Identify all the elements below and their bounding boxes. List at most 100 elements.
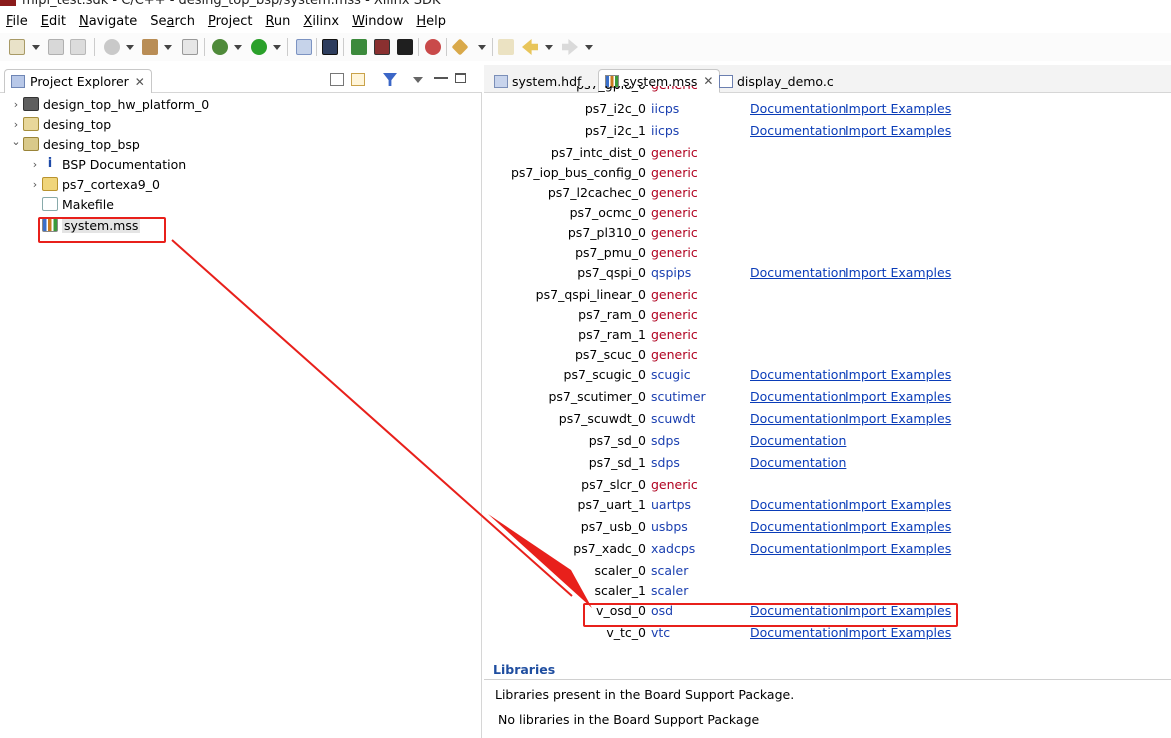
last-edit-location-icon[interactable] [498,39,514,55]
documentation-link[interactable]: Documentation [750,123,846,138]
build-configuration-icon[interactable] [104,39,120,55]
new-icon[interactable] [9,39,25,55]
link-with-editor-icon[interactable] [351,73,365,86]
menu-navigate[interactable]: Navigate [79,14,137,29]
menu-help[interactable]: Help [416,14,446,29]
debug-dropdown-icon[interactable] [234,45,242,50]
expand-chevron-icon[interactable]: ⌄ [9,135,23,148]
peripheral-driver[interactable]: sdps [651,433,680,448]
next-annotation-icon[interactable] [451,38,469,56]
documentation-link[interactable]: Documentation [750,389,846,404]
skip-breakpoints-icon[interactable] [296,39,312,55]
peripheral-driver[interactable]: generic [651,477,698,492]
tree-item-ps7-cortexa9-0[interactable]: › ps7_cortexa9_0 [28,174,160,194]
peripheral-driver[interactable]: vtc [651,625,670,640]
documentation-link[interactable]: Documentation [750,625,846,640]
peripheral-driver[interactable]: iicps [651,123,679,138]
peripheral-driver[interactable]: scaler [651,583,688,598]
documentation-link[interactable]: Documentation [750,433,846,448]
peripheral-driver[interactable]: generic [651,145,698,160]
build-configuration-dropdown-icon[interactable] [126,45,134,50]
import-examples-link[interactable]: Import Examples [845,389,951,404]
menu-run[interactable]: Run [265,14,290,29]
documentation-link[interactable]: Documentation [750,497,846,512]
minimize-icon[interactable] [434,77,448,79]
menu-edit[interactable]: Edit [41,14,66,29]
tab-project-explorer[interactable]: Project Explorer ✕ [4,69,152,93]
xilinx-tools-icon[interactable] [425,39,441,55]
debug-bug-icon[interactable] [212,39,228,55]
hardware-icon[interactable] [374,39,390,55]
maximize-icon[interactable] [455,73,466,83]
annotation-dropdown-icon[interactable] [478,45,486,50]
peripheral-driver[interactable]: generic [651,287,698,302]
documentation-link[interactable]: Documentation [750,455,846,470]
documentation-link[interactable]: Documentation [750,367,846,382]
import-examples-link[interactable]: Import Examples [845,519,951,534]
documentation-link[interactable]: Documentation [750,101,846,116]
terminal-icon[interactable] [397,39,413,55]
peripheral-driver[interactable]: generic [651,205,698,220]
peripheral-driver[interactable]: generic [651,347,698,362]
peripheral-driver[interactable]: scuwdt [651,411,695,426]
back-dropdown-icon[interactable] [545,45,553,50]
view-menu-icon[interactable] [413,77,423,83]
forward-arrow-icon[interactable] [562,39,578,55]
peripheral-driver[interactable]: uartps [651,497,691,512]
save-all-icon[interactable] [70,39,86,55]
peripheral-driver[interactable]: xadcps [651,541,695,556]
tree-item-desing-top[interactable]: › desing_top [9,114,111,134]
peripheral-driver[interactable]: generic [651,327,698,342]
peripheral-driver[interactable]: generic [651,165,698,180]
peripheral-driver[interactable]: iicps [651,101,679,116]
import-examples-link[interactable]: Import Examples [845,101,951,116]
save-icon[interactable] [48,39,64,55]
peripheral-driver[interactable]: generic [651,86,698,92]
import-examples-link[interactable]: Import Examples [845,541,951,556]
expand-chevron-icon[interactable]: › [9,118,23,131]
build-dropdown-icon[interactable] [164,45,172,50]
documentation-link[interactable]: Documentation [750,519,846,534]
import-examples-link[interactable]: Import Examples [845,497,951,512]
import-examples-link[interactable]: Import Examples [845,411,951,426]
back-arrow-icon[interactable] [522,39,538,55]
tree-item-bsp-documentation[interactable]: › i BSP Documentation [28,154,186,174]
import-examples-link[interactable]: Import Examples [845,367,951,382]
documentation-link[interactable]: Documentation [750,541,846,556]
forward-dropdown-icon[interactable] [585,45,593,50]
menu-search[interactable]: Search [150,14,195,29]
collapse-all-icon[interactable] [330,73,344,86]
tree-item-desing-top-bsp[interactable]: ⌄ desing_top_bsp [9,134,139,154]
new-dropdown-icon[interactable] [32,45,40,50]
peripheral-driver[interactable]: sdps [651,455,680,470]
menu-project[interactable]: Project [208,14,253,29]
close-icon[interactable]: ✕ [135,75,145,89]
build-hammer-icon[interactable] [142,39,158,55]
import-examples-link[interactable]: Import Examples [845,265,951,280]
console-icon[interactable] [322,39,338,55]
peripheral-driver[interactable]: scaler [651,563,688,578]
menu-xilinx[interactable]: Xilinx [303,14,339,29]
import-examples-link[interactable]: Import Examples [845,625,951,640]
expand-chevron-icon[interactable]: › [9,98,23,111]
peripheral-driver[interactable]: generic [651,245,698,260]
documentation-link[interactable]: Documentation [750,265,846,280]
peripheral-driver[interactable]: generic [651,307,698,322]
import-examples-link[interactable]: Import Examples [845,123,951,138]
tree-item-design-top-hw-platform-0[interactable]: › design_top_hw_platform_0 [9,94,209,114]
expand-chevron-icon[interactable]: › [28,158,42,171]
peripheral-driver[interactable]: generic [651,225,698,240]
peripheral-driver[interactable]: scugic [651,367,691,382]
peripheral-driver[interactable]: generic [651,185,698,200]
run-dropdown-icon[interactable] [273,45,281,50]
expand-chevron-icon[interactable]: › [28,178,42,191]
program-fpga-icon[interactable] [351,39,367,55]
run-play-icon[interactable] [251,39,267,55]
filter-icon[interactable] [383,73,397,86]
peripheral-driver[interactable]: scutimer [651,389,706,404]
menu-window[interactable]: Window [352,14,403,29]
peripheral-driver[interactable]: usbps [651,519,688,534]
binary-file-icon[interactable] [182,39,198,55]
documentation-link[interactable]: Documentation [750,411,846,426]
tree-item-makefile[interactable]: Makefile [28,194,114,214]
